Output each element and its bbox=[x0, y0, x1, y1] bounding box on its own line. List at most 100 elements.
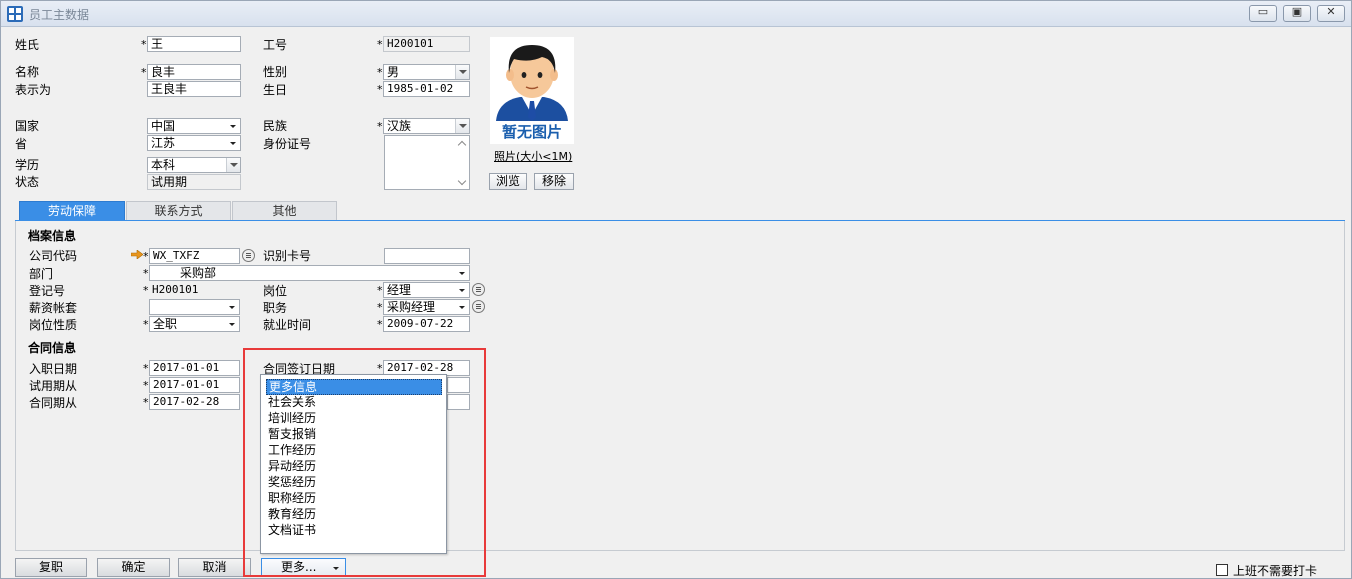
ethnicity-value: 汉族 bbox=[387, 119, 412, 133]
archive-section-title: 档案信息 bbox=[28, 229, 77, 243]
scroll-up-icon bbox=[457, 140, 467, 150]
lookup-list-icon[interactable] bbox=[242, 249, 255, 262]
duty-label: 职务 bbox=[263, 301, 288, 315]
employ-time-label: 就业时间 bbox=[263, 318, 312, 332]
salary-set-label: 薪资帐套 bbox=[29, 301, 78, 315]
reg-no-label: 登记号 bbox=[29, 284, 66, 298]
rehire-button[interactable]: 复职 bbox=[15, 558, 87, 577]
status-label: 状态 bbox=[15, 175, 40, 189]
more-button-label: 更多... bbox=[281, 560, 317, 574]
surname-input[interactable]: 王 bbox=[147, 36, 241, 52]
menu-item-rewards-penalties[interactable]: 奖惩经历 bbox=[266, 475, 442, 491]
salary-set-select[interactable] bbox=[149, 299, 240, 315]
duty-value: 采购经理 bbox=[387, 300, 436, 314]
ethnicity-select[interactable]: 汉族 bbox=[383, 118, 470, 134]
entry-date-input[interactable]: 2017-01-01 bbox=[149, 360, 240, 376]
menu-item-documents[interactable]: 文档证书 bbox=[266, 523, 442, 539]
province-select[interactable]: 江苏 bbox=[147, 135, 241, 151]
close-button[interactable]: ✕ bbox=[1317, 5, 1345, 22]
remove-button[interactable]: 移除 bbox=[534, 173, 574, 190]
chevron-down-icon bbox=[455, 300, 469, 314]
maximize-button[interactable]: ▣ bbox=[1283, 5, 1311, 22]
more-menu-popup: 更多信息 社会关系 培训经历 暂支报销 工作经历 异动经历 奖惩经历 职称经历 … bbox=[260, 374, 447, 554]
post-select[interactable]: 经理 bbox=[383, 282, 470, 298]
post-nature-value: 全职 bbox=[153, 317, 178, 331]
id-no-textarea[interactable] bbox=[384, 135, 470, 190]
employ-time-input[interactable]: 2009-07-22 bbox=[383, 316, 470, 332]
probation-from-label: 试用期从 bbox=[29, 379, 78, 393]
duty-select[interactable]: 采购经理 bbox=[383, 299, 470, 315]
required-mark: * bbox=[143, 362, 149, 375]
scroll-down-icon bbox=[457, 176, 467, 186]
required-mark: * bbox=[377, 120, 383, 133]
chevron-down-icon bbox=[329, 561, 343, 575]
window-title: 员工主数据 bbox=[29, 8, 90, 22]
post-nature-select[interactable]: 全职 bbox=[149, 316, 240, 332]
required-mark: * bbox=[377, 318, 383, 331]
menu-item-work-history[interactable]: 工作经历 bbox=[266, 443, 442, 459]
lookup-list-icon[interactable] bbox=[472, 300, 485, 313]
menu-item-social-relations[interactable]: 社会关系 bbox=[266, 395, 442, 411]
chevron-down-icon bbox=[455, 65, 469, 79]
probation-to-input[interactable] bbox=[447, 377, 470, 393]
entry-date-label: 入职日期 bbox=[29, 362, 78, 376]
education-value: 本科 bbox=[151, 158, 176, 172]
title-bar: 员工主数据 ▭ ▣ ✕ bbox=[1, 1, 1351, 27]
surname-label: 姓氏 bbox=[15, 38, 40, 52]
tab-labor-security[interactable]: 劳动保障 bbox=[19, 201, 125, 220]
chevron-down-icon bbox=[225, 317, 239, 331]
contract-from-input[interactable]: 2017-02-28 bbox=[149, 394, 240, 410]
menu-item-education[interactable]: 教育经历 bbox=[266, 507, 442, 523]
country-select[interactable]: 中国 bbox=[147, 118, 241, 134]
post-label: 岗位 bbox=[263, 284, 288, 298]
menu-item-advance-reimbursement[interactable]: 暂支报销 bbox=[266, 427, 442, 443]
emp-no-label: 工号 bbox=[263, 38, 288, 52]
required-mark: * bbox=[377, 284, 383, 297]
contract-to-input[interactable] bbox=[447, 394, 470, 410]
menu-item-training[interactable]: 培训经历 bbox=[266, 411, 442, 427]
required-mark: * bbox=[143, 250, 149, 263]
menu-item-more-info[interactable]: 更多信息 bbox=[266, 379, 442, 395]
chevron-down-icon bbox=[226, 136, 240, 150]
gender-select[interactable]: 男 bbox=[383, 64, 470, 80]
ok-button[interactable]: 确定 bbox=[97, 558, 170, 577]
cancel-button[interactable]: 取消 bbox=[178, 558, 251, 577]
status-value: 试用期 bbox=[147, 174, 241, 190]
birthday-input[interactable]: 1985-01-02 bbox=[383, 81, 470, 97]
name-input[interactable]: 良丰 bbox=[147, 64, 241, 80]
menu-item-transfer-history[interactable]: 异动经历 bbox=[266, 459, 442, 475]
chevron-down-icon bbox=[455, 266, 469, 280]
display-as-label: 表示为 bbox=[15, 83, 52, 97]
education-label: 学历 bbox=[15, 158, 40, 172]
country-label: 国家 bbox=[15, 119, 40, 133]
reg-no-value: H200101 bbox=[148, 282, 240, 298]
emp-no-value: H200101 bbox=[383, 36, 470, 52]
post-nature-label: 岗位性质 bbox=[29, 318, 78, 332]
lookup-list-icon[interactable] bbox=[472, 283, 485, 296]
textarea-scrollbar[interactable] bbox=[456, 136, 469, 189]
minimize-icon: ▭ bbox=[1257, 5, 1269, 18]
employee-master-window: 员工主数据 ▭ ▣ ✕ 姓氏 * 王 名称 * 良丰 表示为 王良丰 国家 中国… bbox=[0, 0, 1352, 579]
province-value: 江苏 bbox=[151, 136, 176, 150]
probation-from-input[interactable]: 2017-01-01 bbox=[149, 377, 240, 393]
required-mark: * bbox=[143, 379, 149, 392]
display-as-input[interactable]: 王良丰 bbox=[147, 81, 241, 97]
more-button[interactable]: 更多... bbox=[261, 558, 346, 577]
required-mark: * bbox=[143, 267, 149, 280]
department-select[interactable]: 采购部 bbox=[149, 265, 470, 281]
post-value: 经理 bbox=[387, 283, 412, 297]
no-clock-in-checkbox[interactable] bbox=[1216, 564, 1228, 576]
education-select[interactable]: 本科 bbox=[147, 157, 241, 173]
browse-button[interactable]: 浏览 bbox=[489, 173, 527, 190]
required-mark: * bbox=[377, 83, 383, 96]
minimize-button[interactable]: ▭ bbox=[1249, 5, 1277, 22]
photo-placeholder: 暂无图片 bbox=[490, 37, 574, 144]
id-card-no-input[interactable] bbox=[384, 248, 470, 264]
company-code-input[interactable]: WX_TXFZ bbox=[149, 248, 240, 264]
ethnicity-label: 民族 bbox=[263, 119, 288, 133]
tab-contact[interactable]: 联系方式 bbox=[126, 201, 231, 220]
tab-other[interactable]: 其他 bbox=[232, 201, 337, 220]
menu-item-titles[interactable]: 职称经历 bbox=[266, 491, 442, 507]
photo-size-link[interactable]: 照片(大小<1M) bbox=[494, 148, 572, 164]
chevron-down-icon bbox=[455, 283, 469, 297]
